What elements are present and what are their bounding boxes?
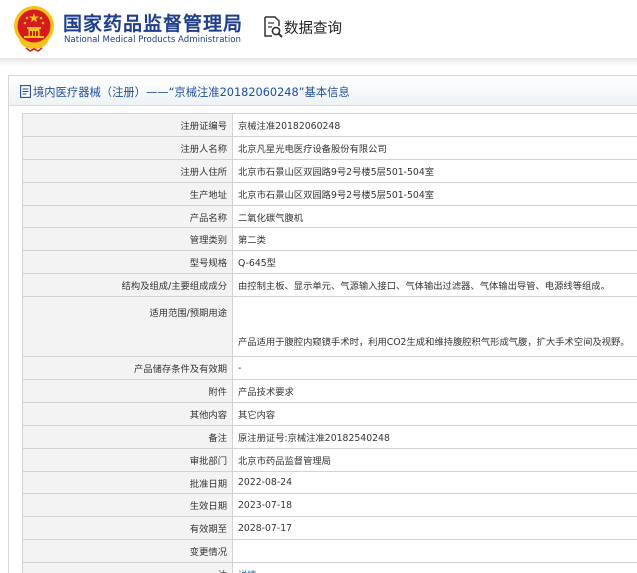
header-divider (0, 58, 637, 66)
field-value: 由控制主板、显示单元、气源输入接口、气体输出过滤器、气体输出导管、电源线等组成。 (232, 273, 637, 298)
table-row: 注册证编号 京械注准20182060248 (22, 113, 637, 137)
table-row: 注 详情 (22, 562, 637, 573)
field-label: 适用范围/预期用途 (22, 296, 233, 358)
field-value: 其它内容 (232, 401, 637, 426)
field-label: 审批部门 (22, 447, 233, 472)
field-value: 二氧化碳气腹机 (232, 204, 637, 229)
note-label-cell: 注 (22, 562, 233, 573)
field-value: - (232, 356, 637, 381)
field-label: 有效期至 (22, 516, 233, 541)
field-label: 管理类别 (22, 227, 233, 252)
field-value: 京械注准20182060248 (232, 113, 637, 137)
field-value: 产品适用于腹腔内窥镜手术时，利用CO2生成和维持腹腔积气形成气腹，扩大手术空间及… (232, 296, 637, 358)
table-row: 管理类别 第二类 (22, 227, 637, 252)
panel-title-bar: 境内医疗器械（注册）——“京械注准20182060248”基本信息 (9, 76, 637, 106)
table-row: 生效日期 2023-07-18 (22, 493, 637, 518)
table-row: 其他内容 其它内容 (22, 401, 637, 426)
table-row: 注册人住所 北京市石景山区双园路9号2号楼5层501-504室 (22, 158, 637, 183)
field-label: 产品名称 (22, 204, 233, 229)
field-value: 北京凡星光电医疗设备股份有限公司 (232, 135, 637, 160)
field-label: 变更情况 (22, 539, 233, 564)
field-value: 原注册证号:京械注准20182540248 (232, 424, 637, 449)
table-row: 生产地址 北京市石景山区双园路9号2号楼5层501-504室 (22, 181, 637, 206)
field-label: 结构及组成/主要组成成分 (22, 273, 233, 298)
field-label: 注册人名称 (22, 135, 233, 160)
field-value (232, 539, 637, 564)
registration-detail-table: 注册证编号 京械注准20182060248 注册人名称 北京凡星光电医疗设备股份… (22, 113, 637, 573)
field-value: 2022-08-24 (232, 470, 637, 495)
field-value: 北京市药品监督管理局 (232, 447, 637, 472)
document-icon (20, 85, 31, 98)
site-name-en: National Medical Products Administration (64, 35, 241, 45)
site-name-cn: 国家药品监督管理局 (63, 13, 244, 35)
table-row: 审批部门 北京市药品监督管理局 (22, 447, 637, 472)
table-row: 备注 原注册证号:京械注准20182540248 (22, 424, 637, 449)
field-label: 批准日期 (22, 470, 233, 495)
table-row: 变更情况 (22, 539, 637, 564)
field-label: 注册人住所 (22, 158, 233, 183)
field-value: 北京市石景山区双园路9号2号楼5层501-504室 (232, 158, 637, 183)
table-row: 注册人名称 北京凡星光电医疗设备股份有限公司 (22, 135, 637, 160)
field-value: 产品技术要求 (232, 379, 637, 403)
table-row: 产品名称 二氧化碳气腹机 (22, 204, 637, 229)
field-label: 生效日期 (22, 493, 233, 518)
field-label: 生产地址 (22, 181, 233, 206)
site-header: 国家药品监督管理局 National Medical Products Admi… (0, 0, 637, 58)
query-title: 数据查询 (284, 21, 342, 37)
table-row: 有效期至 2028-07-17 (22, 516, 637, 541)
field-value: Q-645型 (232, 250, 637, 275)
panel-title: 境内医疗器械（注册）——“京械注准20182060248”基本信息 (33, 86, 350, 99)
field-label: 备注 (22, 424, 233, 449)
field-label: 附件 (22, 379, 233, 403)
field-value: 详情 (232, 562, 637, 573)
table-row: 结构及组成/主要组成成分 由控制主板、显示单元、气源输入接口、气体输出过滤器、气… (22, 273, 637, 298)
search-document-icon (264, 16, 283, 38)
field-value: 2028-07-17 (232, 516, 637, 541)
table-row: 附件 产品技术要求 (22, 379, 637, 403)
national-emblem-icon (14, 6, 54, 52)
field-label: 型号规格 (22, 250, 233, 275)
table-row: 型号规格 Q-645型 (22, 250, 637, 275)
table-row: 批准日期 2022-08-24 (22, 470, 637, 495)
table-row: 适用范围/预期用途 产品适用于腹腔内窥镜手术时，利用CO2生成和维持腹腔积气形成… (22, 296, 637, 358)
field-label: 产品储存条件及有效期 (22, 356, 233, 381)
field-value: 北京市石景山区双园路9号2号楼5层501-504室 (232, 181, 637, 206)
table-row: 产品储存条件及有效期 - (22, 356, 637, 381)
field-value: 2023-07-18 (232, 493, 637, 518)
field-label: 注册证编号 (22, 113, 233, 137)
field-value: 第二类 (232, 227, 637, 252)
field-label: 其他内容 (22, 401, 233, 426)
